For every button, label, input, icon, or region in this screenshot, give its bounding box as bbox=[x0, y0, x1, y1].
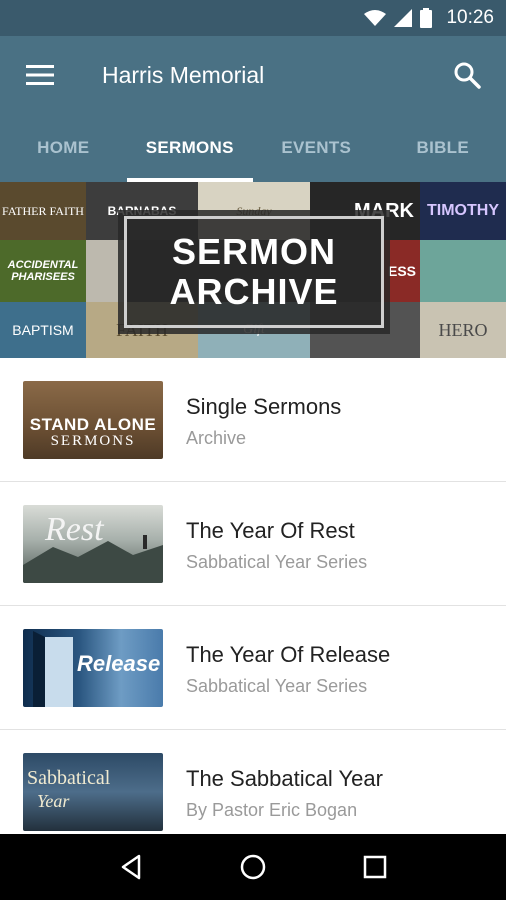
recents-icon bbox=[363, 855, 387, 879]
tab-events[interactable]: EVENTS bbox=[253, 114, 380, 182]
series-subtitle: By Pastor Eric Bogan bbox=[186, 800, 358, 820]
clock: 10:26 bbox=[446, 7, 494, 28]
list-item[interactable]: Sabbatical Year The Sabbatical Year By P… bbox=[0, 730, 506, 834]
banner-tile: ESS bbox=[384, 240, 420, 302]
wifi-icon bbox=[364, 10, 387, 26]
battery-icon bbox=[420, 8, 433, 28]
tab-sermons[interactable]: SERMONS bbox=[126, 114, 254, 182]
series-title: The Sabbatical Year bbox=[186, 766, 383, 791]
series-title: The Year Of Rest bbox=[186, 518, 355, 543]
search-icon bbox=[454, 62, 481, 89]
series-thumbnail: Release bbox=[23, 629, 163, 707]
signal-icon bbox=[394, 9, 413, 27]
status-bar: 10:26 bbox=[0, 0, 506, 36]
series-subtitle: Archive bbox=[186, 428, 247, 448]
home-button[interactable] bbox=[229, 843, 277, 891]
system-nav-bar bbox=[0, 834, 506, 900]
thumbnail-text: SERMONS bbox=[50, 433, 136, 449]
series-title: The Year Of Release bbox=[186, 642, 391, 667]
app-title: Harris Memorial bbox=[102, 61, 265, 88]
banner-tile: HERO bbox=[420, 302, 506, 358]
series-title: Single Sermons bbox=[186, 394, 342, 419]
status-icons: 10:26 bbox=[364, 7, 494, 29]
series-subtitle: Sabbatical Year Series bbox=[186, 676, 368, 696]
banner-tile bbox=[420, 240, 506, 302]
home-icon bbox=[240, 854, 266, 880]
thumbnail-text: Release bbox=[77, 651, 161, 676]
back-icon bbox=[121, 854, 141, 880]
thumbnail-text: STAND ALONE bbox=[29, 415, 157, 434]
menu-button[interactable] bbox=[0, 36, 80, 114]
tab-bar: HOME SERMONS EVENTS BIBLE bbox=[0, 114, 506, 182]
list-item[interactable]: Release The Year Of Release Sabbatical Y… bbox=[0, 606, 506, 730]
series-thumbnail: Sabbatical Year bbox=[23, 753, 163, 831]
sermon-series-list: STAND ALONE SERMONS Single Sermons Archi… bbox=[0, 358, 506, 834]
sermon-archive-title: SERMON ARCHIVE bbox=[118, 210, 390, 334]
banner-tile: BAPTISM bbox=[0, 302, 86, 358]
series-thumbnail: Rest bbox=[23, 505, 163, 583]
sermon-archive-banner: FATHER FAITH BARNABAS Sunday MARK TIMOTH… bbox=[0, 182, 506, 358]
search-button[interactable] bbox=[448, 56, 486, 94]
recents-button[interactable] bbox=[351, 843, 399, 891]
banner-line-2: ARCHIVE bbox=[169, 271, 339, 312]
tab-home[interactable]: HOME bbox=[0, 114, 127, 182]
thumbnail-text: Year bbox=[37, 791, 70, 811]
banner-tile bbox=[86, 240, 126, 302]
hamburger-menu-icon bbox=[26, 65, 54, 85]
app-bar: Harris Memorial bbox=[0, 36, 506, 114]
list-item[interactable]: Rest The Year Of Rest Sabbatical Year Se… bbox=[0, 482, 506, 606]
banner-tile: ACCIDENTAL PHARISEES bbox=[0, 240, 86, 302]
tab-bible[interactable]: BIBLE bbox=[380, 114, 506, 182]
banner-line-1: SERMON bbox=[171, 231, 336, 272]
series-thumbnail: STAND ALONE SERMONS bbox=[23, 381, 163, 459]
back-button[interactable] bbox=[107, 843, 155, 891]
thumbnail-text: Rest bbox=[45, 511, 104, 548]
banner-tile: TIMOTHY bbox=[420, 182, 506, 240]
series-subtitle: Sabbatical Year Series bbox=[186, 552, 368, 572]
banner-tile: FATHER FAITH bbox=[0, 182, 86, 240]
thumbnail-text: Sabbatical bbox=[27, 767, 111, 789]
list-item[interactable]: STAND ALONE SERMONS Single Sermons Archi… bbox=[0, 358, 506, 482]
